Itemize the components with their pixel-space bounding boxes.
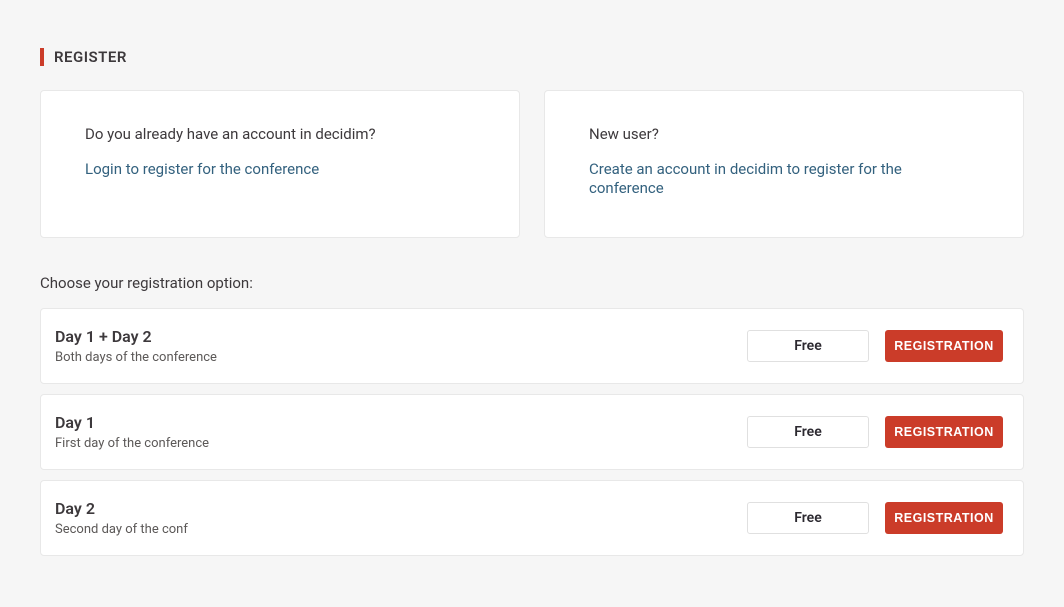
option-info: Day 1 First day of the conference [55,413,747,451]
existing-account-card: Do you already have an account in decidi… [40,90,520,238]
choose-registration-label: Choose your registration option: [40,274,1024,292]
registration-option-card: Day 1 + Day 2 Both days of the conferenc… [40,308,1024,384]
registration-button[interactable]: REGISTRATION [885,502,1003,534]
price-badge: Free [747,330,869,362]
registration-button[interactable]: REGISTRATION [885,416,1003,448]
registration-option-card: Day 1 First day of the conference Free R… [40,394,1024,470]
option-info: Day 2 Second day of the conf [55,499,747,537]
option-title: Day 1 + Day 2 [55,327,747,346]
create-account-link[interactable]: Create an account in decidim to register… [589,160,902,197]
option-info: Day 1 + Day 2 Both days of the conferenc… [55,327,747,365]
option-title: Day 1 [55,413,747,432]
option-actions: Free REGISTRATION [747,502,1003,534]
registration-option-card: Day 2 Second day of the conf Free REGIST… [40,480,1024,556]
new-user-card: New user? Create an account in decidim t… [544,90,1024,238]
option-description: First day of the conference [55,436,747,451]
registration-button[interactable]: REGISTRATION [885,330,1003,362]
option-actions: Free REGISTRATION [747,330,1003,362]
price-badge: Free [747,416,869,448]
option-description: Both days of the conference [55,350,747,365]
option-actions: Free REGISTRATION [747,416,1003,448]
option-title: Day 2 [55,499,747,518]
existing-account-prompt: Do you already have an account in decidi… [85,125,475,143]
auth-cards-row: Do you already have an account in decidi… [40,90,1024,238]
option-description: Second day of the conf [55,522,747,537]
section-heading-register: REGISTER [40,48,1024,66]
login-link[interactable]: Login to register for the conference [85,160,319,178]
price-badge: Free [747,502,869,534]
new-user-prompt: New user? [589,125,979,143]
